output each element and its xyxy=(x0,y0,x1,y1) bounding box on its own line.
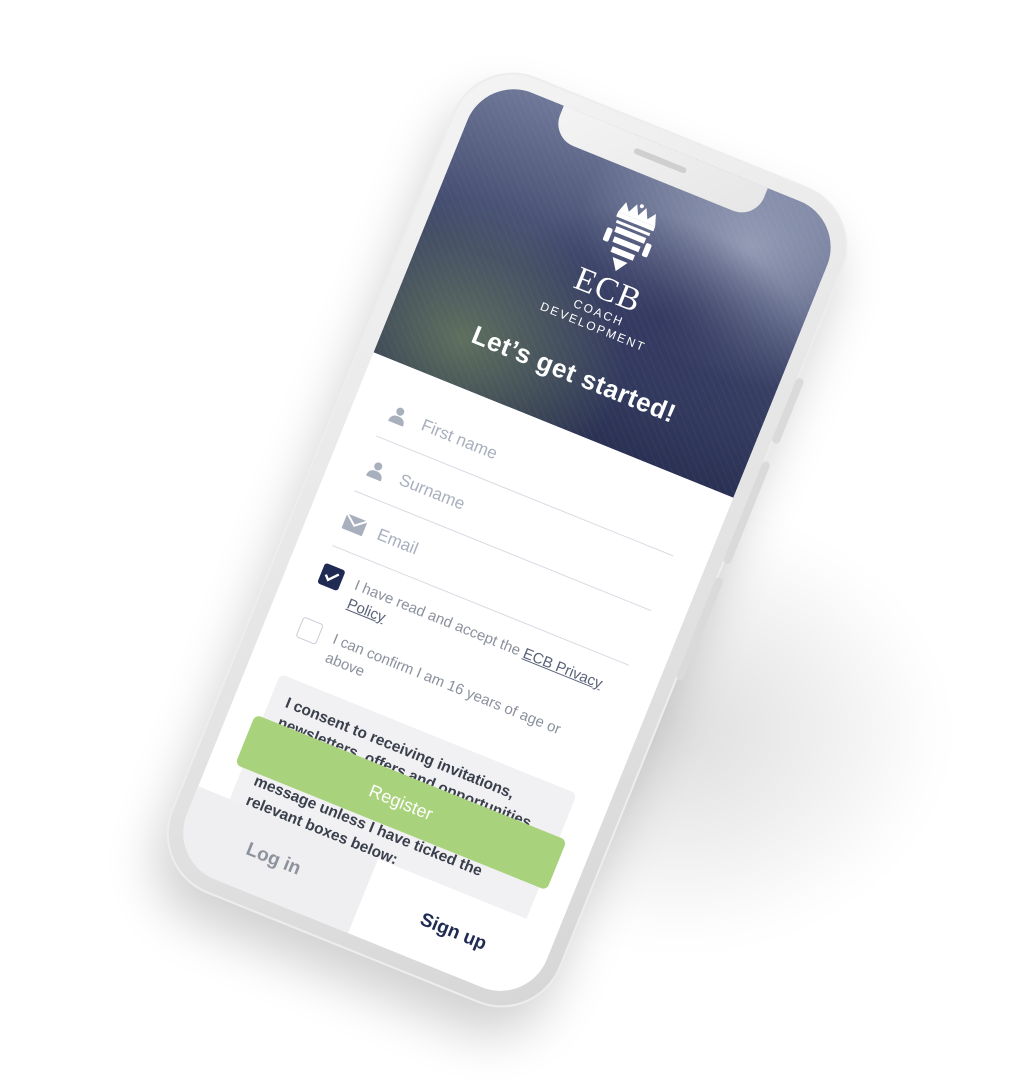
earpiece-speaker xyxy=(633,147,688,175)
person-icon xyxy=(383,402,414,428)
age-confirm-checkbox[interactable] xyxy=(295,616,324,645)
person-icon xyxy=(361,457,392,483)
checkmark-icon xyxy=(324,573,340,582)
privacy-policy-checkbox[interactable] xyxy=(317,562,346,592)
envelope-icon xyxy=(340,513,370,538)
